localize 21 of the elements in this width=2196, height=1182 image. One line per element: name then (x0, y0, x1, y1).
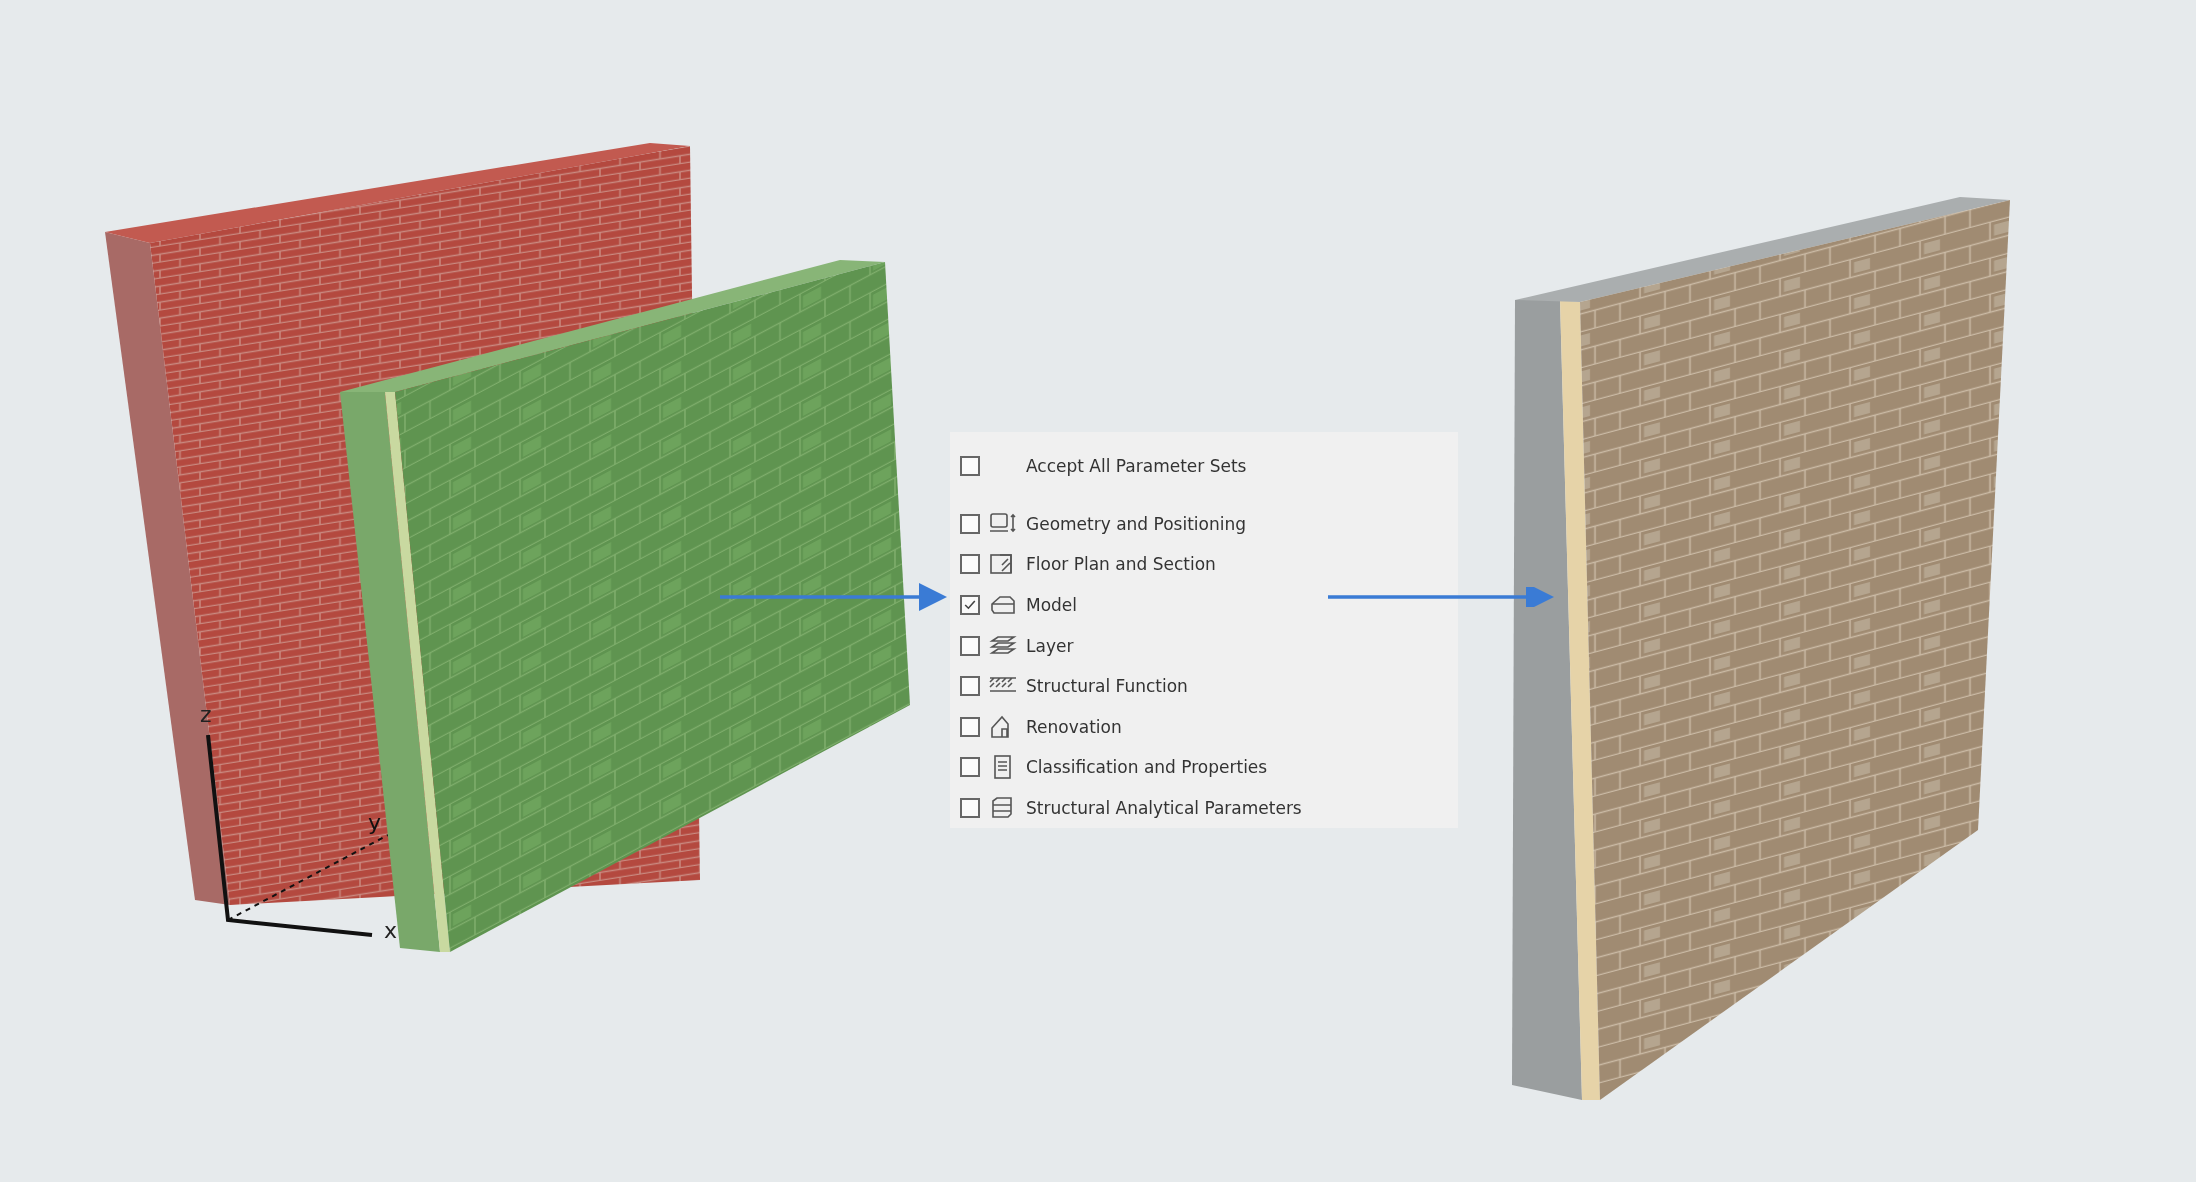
checkbox[interactable] (960, 797, 980, 818)
checkbox[interactable] (960, 676, 980, 697)
checkbox[interactable] (960, 716, 980, 737)
axis-label: y (368, 810, 382, 835)
axis-label: z (200, 702, 212, 727)
option-label: Layer (1026, 635, 1074, 656)
option-label: Classification and Properties (1026, 757, 1268, 778)
checkbox[interactable] (960, 554, 980, 575)
checkbox[interactable] (960, 594, 980, 615)
option-label: Structural Function (1026, 676, 1188, 697)
option-label: Model (1026, 594, 1078, 615)
axis-label: x (384, 918, 398, 943)
checkbox[interactable] (960, 513, 980, 534)
checkbox[interactable] (960, 757, 980, 778)
option-label: Floor Plan and Section (1026, 554, 1216, 575)
option-label: Accept All Parameter Sets (1026, 456, 1247, 477)
option-label: Renovation (1026, 716, 1122, 737)
checkbox[interactable] (960, 635, 980, 656)
option-label: Geometry and Positioning (1026, 513, 1247, 534)
option-label: Structural Analytical Parameters (1026, 797, 1302, 818)
checkbox[interactable] (960, 456, 980, 477)
